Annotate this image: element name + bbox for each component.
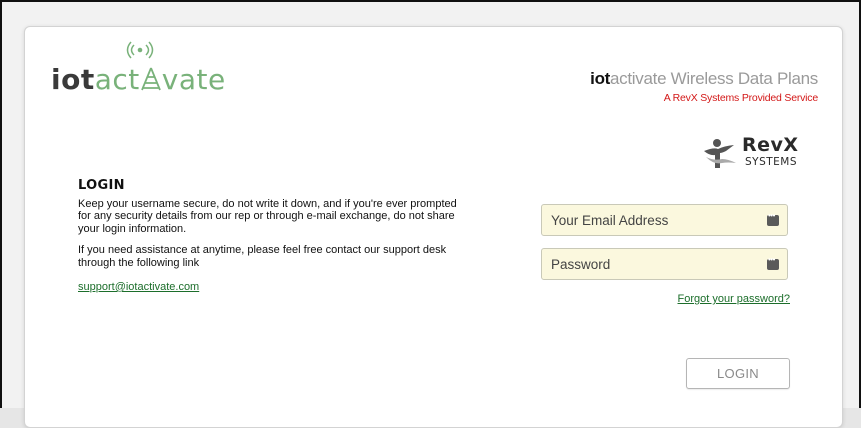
revx-figure-icon <box>704 139 736 168</box>
support-email-link[interactable]: support@iotactivate.com <box>78 281 199 294</box>
logo-text-iot: iot <box>51 63 95 96</box>
password-field[interactable] <box>542 249 757 279</box>
login-heading: LOGIN <box>78 178 125 193</box>
brand-title-bold: iot <box>590 69 611 88</box>
brand-tagline: A RevX Systems Provided Service <box>663 92 818 104</box>
autofill-key-icon[interactable] <box>767 255 779 270</box>
brand-title-light: activate Wireless Data Plans <box>610 69 818 88</box>
login-card: iotact vate iotactivate Wireless Data Pl… <box>24 26 843 428</box>
browser-viewport: iotact vate iotactivate Wireless Data Pl… <box>0 0 861 428</box>
security-notice: Keep your username secure, do not write … <box>78 197 457 235</box>
iotactivate-logo: iotact vate <box>51 41 241 111</box>
email-field-wrapper <box>541 204 788 236</box>
brand-title: iotactivate Wireless Data Plans <box>590 69 818 89</box>
revx-systems-logo: RevX SYSTEMS <box>688 135 818 175</box>
email-field[interactable] <box>542 205 757 235</box>
login-button[interactable]: LOGIN <box>686 358 790 389</box>
logo-text-vate: vate <box>161 63 226 96</box>
signal-tower-icon <box>140 67 161 91</box>
signal-waves-icon <box>126 41 154 59</box>
login-info: LOGIN Keep your username secure, do not … <box>78 178 458 294</box>
forgot-password-link[interactable]: Forgot your password? <box>678 293 791 305</box>
revx-subtitle: SYSTEMS <box>745 156 798 168</box>
assistance-notice: If you need assistance at anytime, pleas… <box>78 244 447 269</box>
revx-wordmark: RevX <box>742 134 799 156</box>
password-field-wrapper <box>541 248 788 280</box>
logo-text-act: act <box>94 63 140 96</box>
brand-header: iotactivate Wireless Data Plans A RevX S… <box>590 69 818 104</box>
autofill-key-icon[interactable] <box>767 211 779 226</box>
